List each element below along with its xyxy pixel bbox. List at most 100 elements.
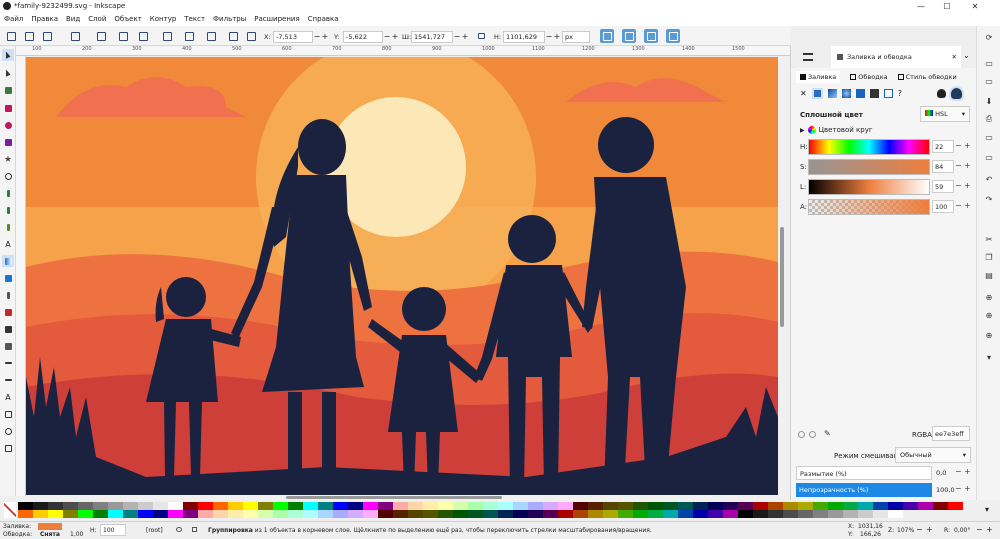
color-swatch[interactable] bbox=[108, 502, 123, 510]
color-swatch[interactable] bbox=[78, 502, 93, 510]
color-swatch[interactable] bbox=[528, 510, 543, 518]
width-input[interactable]: 1541,727 bbox=[411, 30, 453, 43]
color-swatch[interactable] bbox=[198, 510, 213, 518]
opacity-increment-button[interactable]: + bbox=[964, 484, 971, 493]
alpha-increment-button[interactable]: + bbox=[964, 201, 971, 210]
new-document-button[interactable]: ▭ bbox=[983, 58, 995, 68]
minimize-button[interactable]: — bbox=[908, 0, 934, 12]
color-swatch[interactable] bbox=[633, 510, 648, 518]
color-swatch[interactable] bbox=[708, 510, 723, 518]
color-swatch[interactable] bbox=[183, 502, 198, 510]
color-swatch[interactable] bbox=[738, 502, 753, 510]
color-swatch[interactable] bbox=[603, 502, 618, 510]
color-wheel-expander[interactable]: ▶ Цветовой круг bbox=[800, 126, 873, 134]
drawing-canvas[interactable] bbox=[26, 57, 778, 495]
tweak-tool[interactable] bbox=[2, 84, 14, 96]
width-increment-button[interactable]: + bbox=[461, 32, 469, 41]
rotation-decrement-button[interactable]: − bbox=[976, 525, 983, 534]
color-swatch[interactable] bbox=[663, 502, 678, 510]
color-swatch[interactable] bbox=[333, 502, 348, 510]
color-swatch[interactable] bbox=[618, 510, 633, 518]
color-swatch[interactable] bbox=[483, 502, 498, 510]
menu-edit[interactable]: Правка bbox=[31, 15, 58, 23]
rotate-ccw-button[interactable] bbox=[68, 29, 82, 43]
flip-vertical-button[interactable] bbox=[136, 29, 150, 43]
menu-file[interactable]: Файл bbox=[4, 15, 23, 23]
height-increment-button[interactable]: + bbox=[553, 32, 561, 41]
color-swatch[interactable] bbox=[513, 502, 528, 510]
close-button[interactable]: ✕ bbox=[962, 0, 988, 12]
color-swatch[interactable] bbox=[408, 502, 423, 510]
lightness-input[interactable]: 59 bbox=[932, 180, 954, 193]
undo-button[interactable]: ↶ bbox=[983, 174, 995, 184]
flat-color-button[interactable] bbox=[811, 88, 823, 99]
color-swatch[interactable] bbox=[648, 510, 663, 518]
hue-decrement-button[interactable]: − bbox=[955, 141, 962, 150]
color-swatch[interactable] bbox=[93, 502, 108, 510]
color-swatch[interactable] bbox=[528, 502, 543, 510]
color-swatch[interactable] bbox=[768, 510, 783, 518]
color-swatch[interactable] bbox=[558, 502, 573, 510]
color-swatch[interactable] bbox=[123, 510, 138, 518]
zoom-decrement-button[interactable]: − bbox=[916, 525, 923, 534]
lightness-decrement-button[interactable]: − bbox=[955, 181, 962, 190]
swatch-button[interactable] bbox=[883, 89, 893, 98]
color-swatch[interactable] bbox=[108, 510, 123, 518]
color-swatch[interactable] bbox=[573, 502, 588, 510]
layer-selector[interactable]: [root] bbox=[146, 527, 163, 534]
blur-increment-button[interactable]: + bbox=[964, 467, 971, 476]
color-swatch[interactable] bbox=[693, 502, 708, 510]
print-button[interactable]: ⎙ bbox=[983, 114, 995, 124]
rotation-increment-button[interactable]: + bbox=[986, 525, 993, 534]
color-swatch[interactable] bbox=[393, 510, 408, 518]
color-swatch[interactable] bbox=[888, 510, 903, 518]
width-decrement-button[interactable]: − bbox=[453, 32, 461, 41]
transform-gradients-button[interactable] bbox=[644, 29, 658, 43]
color-swatch[interactable] bbox=[753, 510, 768, 518]
zoom-selection-button[interactable]: ⊕ bbox=[983, 292, 995, 302]
color-swatch[interactable] bbox=[213, 510, 228, 518]
color-swatch[interactable] bbox=[18, 510, 33, 518]
color-swatch[interactable] bbox=[168, 502, 183, 510]
saturation-slider[interactable] bbox=[808, 159, 930, 175]
menu-toggle-button[interactable]: ⟳ bbox=[983, 32, 995, 42]
close-tab-icon[interactable]: ✕ bbox=[952, 53, 957, 61]
color-swatch[interactable] bbox=[693, 510, 708, 518]
no-color-swatch[interactable] bbox=[4, 502, 16, 518]
opacity-status-input[interactable]: 100 bbox=[100, 524, 126, 536]
color-swatch[interactable] bbox=[468, 502, 483, 510]
color-swatch[interactable] bbox=[858, 510, 873, 518]
save-button[interactable]: ⬇ bbox=[983, 96, 995, 106]
hue-increment-button[interactable]: + bbox=[964, 141, 971, 150]
fill-color-indicator[interactable] bbox=[38, 523, 62, 530]
vertical-scrollbar[interactable] bbox=[778, 57, 786, 495]
y-decrement-button[interactable]: − bbox=[383, 32, 391, 41]
color-swatch[interactable] bbox=[423, 510, 438, 518]
eraser-tool[interactable] bbox=[2, 323, 14, 335]
color-swatch[interactable] bbox=[123, 502, 138, 510]
color-swatch[interactable] bbox=[783, 510, 798, 518]
select-all-button[interactable] bbox=[4, 29, 18, 43]
color-swatch[interactable] bbox=[138, 502, 153, 510]
layer-visibility-icon[interactable] bbox=[176, 527, 182, 532]
color-swatch[interactable] bbox=[273, 510, 288, 518]
color-swatch[interactable] bbox=[48, 502, 63, 510]
zoom-drawing-button[interactable]: ⊕ bbox=[983, 310, 995, 320]
blend-mode-select[interactable]: Обычный ▾ bbox=[895, 447, 971, 463]
color-swatch[interactable] bbox=[903, 502, 918, 510]
color-swatch[interactable] bbox=[198, 502, 213, 510]
color-swatch[interactable] bbox=[573, 510, 588, 518]
stroke-indicator-value[interactable]: Снята bbox=[40, 531, 60, 538]
more-commands-button[interactable]: ▾ bbox=[983, 352, 995, 362]
zoom-page-button[interactable]: ⊕ bbox=[983, 330, 995, 340]
pen-tool[interactable] bbox=[2, 187, 14, 199]
raise-button[interactable] bbox=[182, 29, 196, 43]
color-swatch[interactable] bbox=[798, 510, 813, 518]
color-swatch[interactable] bbox=[153, 510, 168, 518]
transform-patterns-button[interactable] bbox=[666, 29, 680, 43]
alpha-slider[interactable] bbox=[808, 199, 930, 215]
fill-tab[interactable]: Заливка bbox=[796, 71, 841, 83]
color-swatch[interactable] bbox=[228, 510, 243, 518]
open-document-button[interactable]: ▭ bbox=[983, 76, 995, 86]
color-swatch[interactable] bbox=[93, 510, 108, 518]
